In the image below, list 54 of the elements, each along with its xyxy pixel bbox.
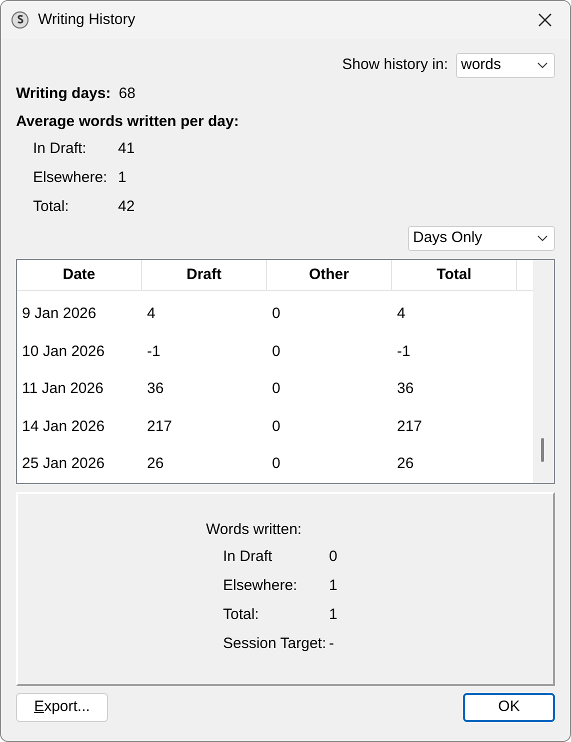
table-cell: 26 — [397, 455, 414, 472]
range-dropdown[interactable]: Days Only — [408, 226, 555, 251]
table-cell: 36 — [147, 380, 164, 397]
table-cell: 0 — [272, 342, 280, 360]
table-cell: 9 Jan 2026 — [22, 305, 96, 322]
app-logo-icon — [11, 11, 29, 29]
table-cell: 4 — [147, 305, 156, 322]
table-cell: 4 — [397, 305, 406, 322]
chevron-down-icon — [537, 62, 548, 69]
session-label: Elsewhere: — [223, 576, 298, 596]
window-title: Writing History — [38, 10, 136, 30]
session-value: 1 — [329, 576, 338, 596]
column-header[interactable]: Date — [17, 260, 142, 290]
close-icon — [538, 13, 552, 27]
session-label: In Draft — [223, 547, 274, 568]
table-cell: 14 Jan 2026 — [22, 418, 105, 434]
export-button[interactable]: Export... — [16, 693, 108, 722]
table-cell: 10 Jan 2026 — [22, 342, 105, 360]
column-header[interactable]: Total — [392, 260, 517, 290]
session-value: 1 — [329, 605, 338, 626]
scrollbar[interactable] — [533, 260, 554, 483]
writing-days-label: Writing days: — [16, 84, 111, 104]
table-cell: 217 — [397, 418, 422, 434]
table-cell: 0 — [272, 418, 280, 434]
table-cell: 11 Jan 2026 — [22, 380, 104, 397]
stat-value: 1 — [118, 168, 126, 188]
session-heading: Words written: — [206, 520, 303, 540]
column-header[interactable]: Other — [267, 260, 392, 290]
stat-label: In Draft: — [33, 139, 88, 160]
table-cell: 0 — [272, 305, 280, 322]
table-cell: -1 — [147, 342, 160, 360]
session-label: Total: — [223, 605, 260, 626]
session-value: 0 — [329, 547, 338, 568]
table-cell: 217 — [147, 418, 172, 434]
table-cell: 36 — [397, 380, 414, 397]
table-cell: 0 — [272, 455, 280, 472]
scrollbar-thumb[interactable] — [541, 438, 544, 462]
table-cell: 0 — [272, 380, 280, 397]
stat-value: 41 — [118, 139, 135, 160]
average-heading: Average words written per day: — [16, 112, 240, 132]
stat-label: Elsewhere: — [33, 168, 108, 188]
chevron-down-icon — [537, 235, 548, 242]
show-history-label: Show history in: — [342, 55, 448, 76]
table-cell: -1 — [397, 342, 410, 360]
session-value: - — [329, 634, 334, 654]
ok-button[interactable]: OK — [463, 693, 555, 722]
stat-label: Total: — [33, 197, 70, 218]
unit-dropdown[interactable]: words — [456, 53, 555, 78]
stat-value: 42 — [118, 197, 135, 218]
table-cell: 25 Jan 2026 — [22, 455, 105, 472]
table-cell: 26 — [147, 455, 164, 472]
column-header[interactable]: Draft — [142, 260, 267, 290]
writing-days-value: 68 — [118, 84, 136, 104]
session-label: Session Target: — [223, 634, 328, 654]
